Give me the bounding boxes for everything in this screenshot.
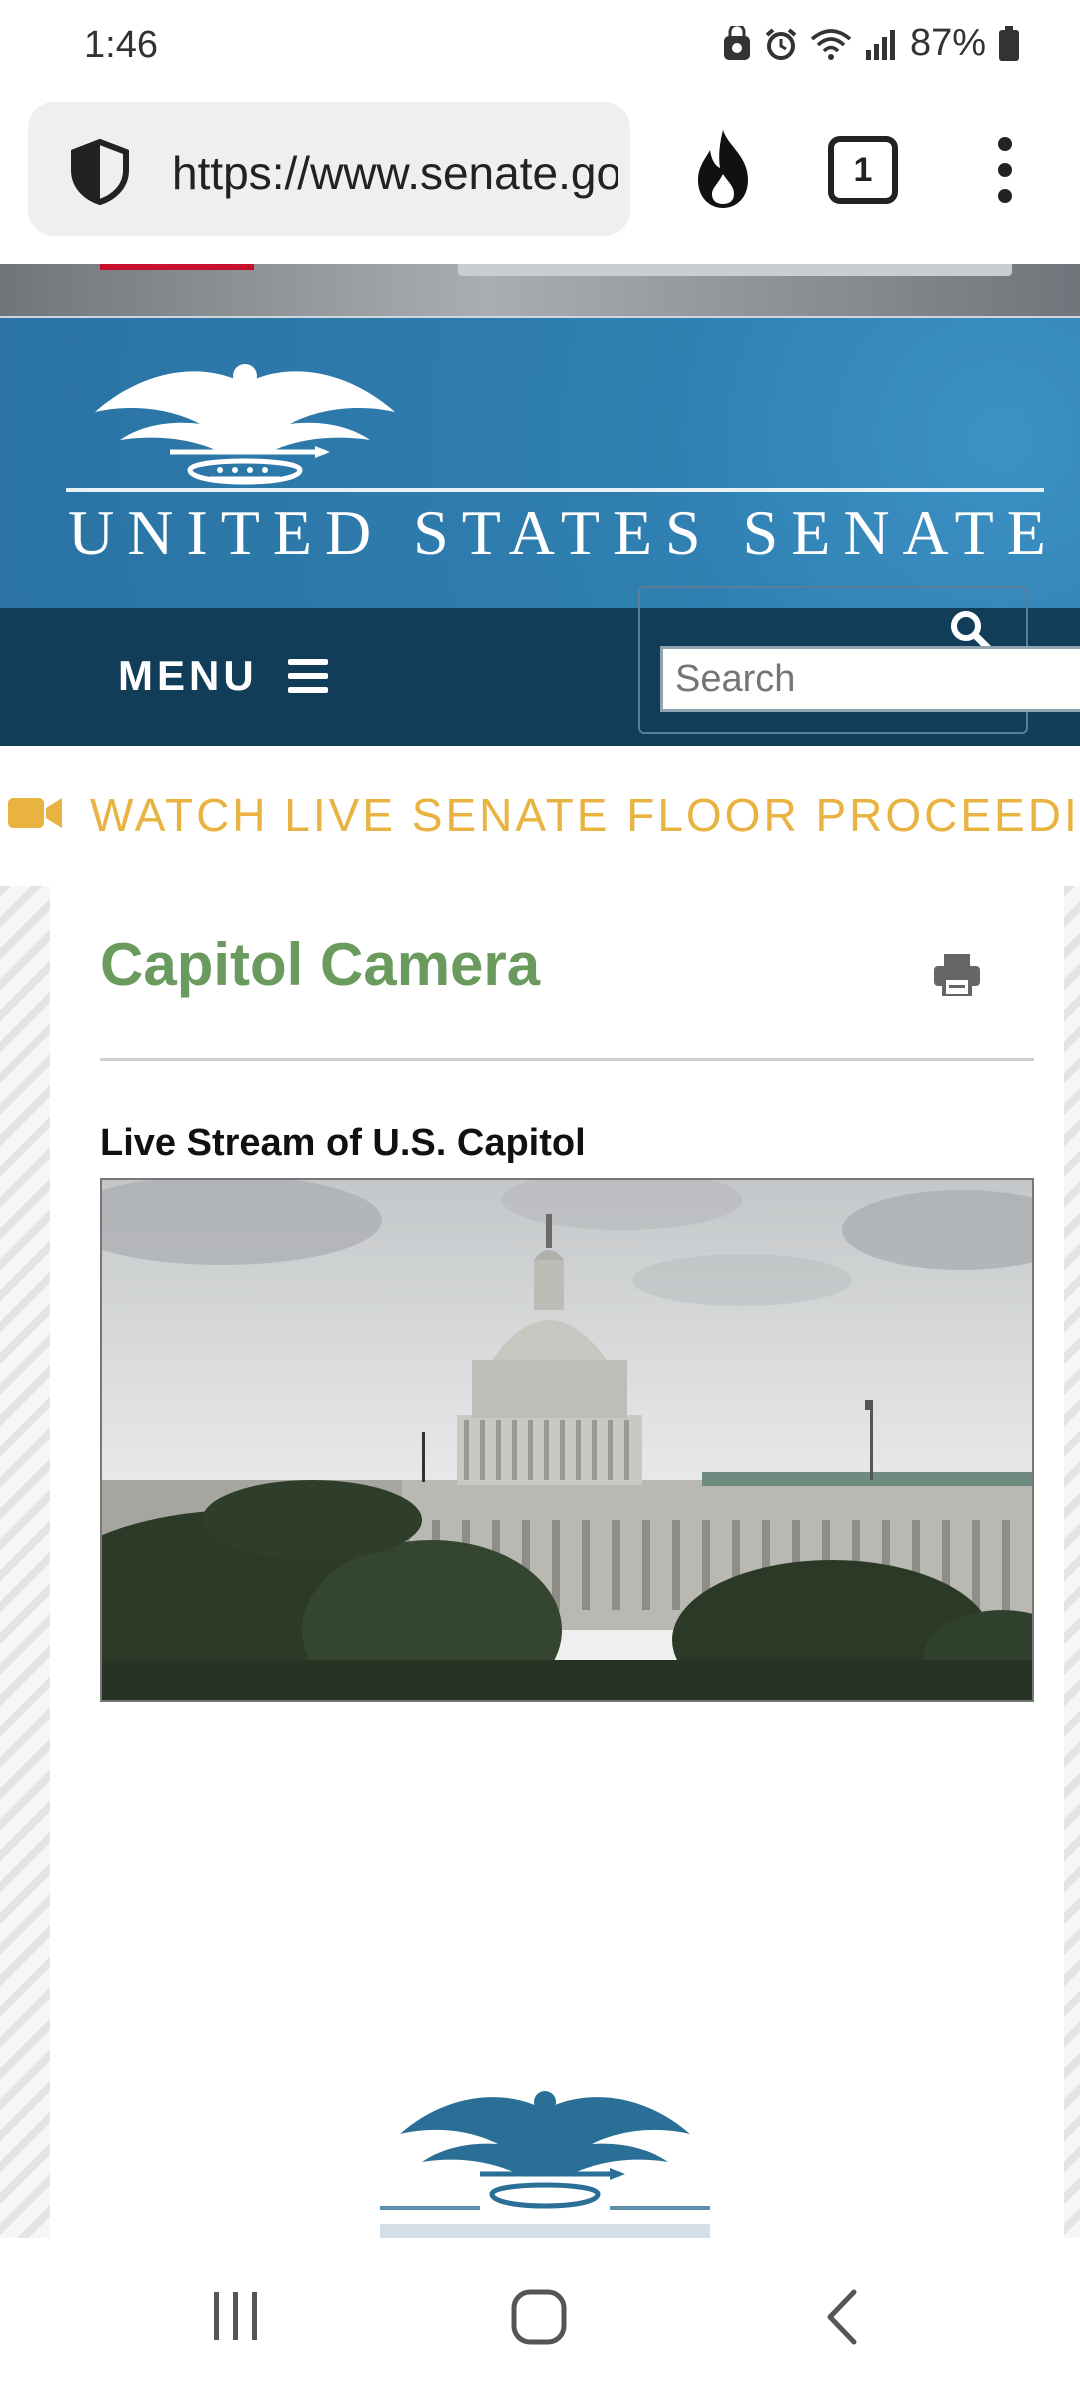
- live-proceedings-link[interactable]: WATCH LIVE SENATE FLOOR PROCEEDINGS: [90, 788, 1080, 842]
- tab-count: 1: [853, 150, 873, 189]
- main-nav: MENU: [0, 586, 1080, 746]
- lock-recycle-icon: [723, 25, 750, 60]
- print-icon[interactable]: [934, 954, 980, 996]
- left-stripe-decoration: [0, 886, 50, 2238]
- page-title: Capitol Camera: [100, 931, 541, 998]
- system-navigation-bar: [0, 2238, 1080, 2400]
- tabs-button[interactable]: 1: [828, 136, 898, 204]
- hamburger-icon: [287, 659, 328, 693]
- url-text[interactable]: https://www.senate.gov/general/capitol-c…: [172, 146, 618, 200]
- status-icons: 87%: [722, 22, 1020, 65]
- banner-rule: [66, 488, 1044, 492]
- site-title[interactable]: UNITED STATES SENATE: [68, 496, 1059, 570]
- search-input[interactable]: [660, 646, 1080, 712]
- back-icon[interactable]: [822, 2288, 862, 2346]
- browser-toolbar: https://www.senate.gov/general/capitol-c…: [0, 96, 1080, 264]
- alarm-icon: [765, 27, 797, 60]
- capitol-scene: [102, 1180, 1032, 1700]
- recents-icon[interactable]: [208, 2288, 264, 2344]
- capitol-live-stream-image[interactable]: [100, 1178, 1034, 1702]
- address-bar[interactable]: https://www.senate.gov/general/capitol-c…: [28, 102, 630, 236]
- battery-icon: [999, 25, 1019, 61]
- senate-footer-logo: [380, 2091, 710, 2238]
- main-content: Capitol Camera Live Stream of U.S. Capit…: [0, 886, 1080, 2238]
- home-icon[interactable]: [510, 2288, 568, 2346]
- video-camera-icon: [8, 798, 62, 828]
- stream-subheading: Live Stream of U.S. Capitol: [100, 1122, 586, 1164]
- status-bar: 1:46 87%: [0, 0, 1080, 96]
- wifi-icon: [810, 28, 852, 60]
- menu-label: MENU: [118, 652, 258, 699]
- red-tab-indicator: [100, 264, 254, 270]
- right-stripe-decoration: [1064, 886, 1080, 2238]
- senate-banner[interactable]: UNITED STATES SENATE: [0, 316, 1080, 608]
- signal-icon: [865, 29, 895, 60]
- battery-percent: 87%: [909, 22, 986, 64]
- utility-search-ghost: [458, 264, 1012, 276]
- fire-icon[interactable]: [686, 126, 760, 212]
- shield-icon[interactable]: [64, 136, 136, 208]
- menu-button[interactable]: MENU: [118, 652, 328, 700]
- live-floor-banner[interactable]: WATCH LIVE SENATE FLOOR PROCEEDINGS: [0, 746, 1080, 886]
- utility-strip: [0, 264, 1080, 316]
- senate-eagle-logo: [95, 364, 395, 485]
- kebab-menu-icon[interactable]: [990, 134, 1020, 206]
- title-divider: [100, 1058, 1034, 1061]
- status-time: 1:46: [84, 24, 158, 66]
